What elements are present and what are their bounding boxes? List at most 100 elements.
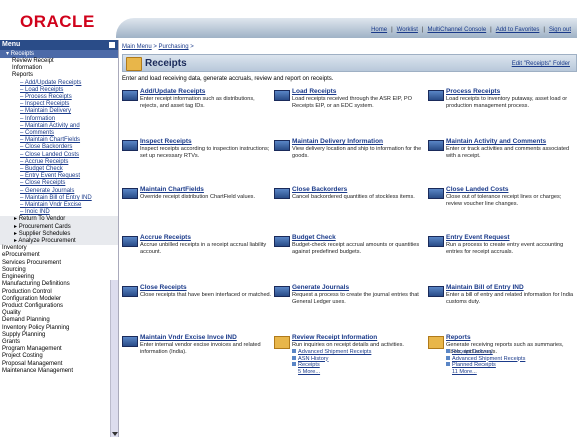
menu-item[interactable]: – Comments — [0, 130, 118, 137]
card-sub-link[interactable]: Advanced Shipment Receipts — [446, 355, 525, 362]
menu-item-label: Entry Event Request — [25, 173, 81, 180]
menu-item[interactable]: – Budget Check — [0, 166, 118, 173]
breadcrumb-purchasing[interactable]: Purchasing — [159, 44, 189, 50]
menu-item[interactable]: – Close Receipts — [0, 180, 118, 187]
card-title-link[interactable]: Budget Check — [292, 234, 336, 241]
page-icon — [122, 236, 138, 247]
card-title-link[interactable]: Close Backorders — [292, 186, 347, 193]
page-intro: Enter and load receiving data, generate … — [122, 76, 334, 82]
menu-item[interactable]: eProcurement — [0, 252, 118, 259]
card-title-link[interactable]: Close Landed Costs — [446, 186, 508, 193]
card-title-link[interactable]: Accrue Receipts — [140, 234, 191, 241]
menu-item[interactable]: – Maintain Bill of Entry IND — [0, 195, 118, 202]
menu-item[interactable]: Quality — [0, 310, 118, 317]
menu-item[interactable]: – Maintain Delivery — [0, 108, 118, 115]
menu-item-label: Comments — [25, 130, 55, 137]
card-title-link[interactable]: Add/Update Receipts — [140, 88, 205, 95]
menu-item[interactable]: Program Management — [0, 346, 118, 353]
card-title-link[interactable]: Maintain ChartFields — [140, 186, 204, 193]
card-title-link[interactable]: Process Receipts — [446, 88, 500, 95]
link-separator: | — [421, 27, 424, 33]
menu-item[interactable]: – Maintain ChartFields — [0, 137, 118, 144]
menu-item[interactable]: Project Costing — [0, 353, 118, 360]
menu-item[interactable]: Product Configurations — [0, 303, 118, 310]
menu-item[interactable]: – Accrue Receipts — [0, 159, 118, 166]
menu-item[interactable]: – Generate Journals — [0, 188, 118, 195]
menu-item-label: Inventory — [2, 245, 27, 252]
card-sub-link[interactable]: 11 More... — [446, 369, 477, 375]
collapse-menu-icon[interactable] — [109, 42, 115, 48]
breadcrumb-main-menu[interactable]: Main Menu — [122, 44, 152, 50]
menu-item[interactable]: Engineering — [0, 274, 118, 281]
menu-item[interactable]: – Close Backorders — [0, 144, 118, 151]
menu-item[interactable]: Proposal Management — [0, 361, 118, 368]
scroll-down-icon[interactable] — [112, 432, 118, 436]
menu-item[interactable]: Manufacturing Definitions — [0, 281, 118, 288]
card-title-link[interactable]: Maintain Delivery Information — [292, 138, 383, 145]
menu-item[interactable]: Demand Planning — [0, 317, 118, 324]
menu-item[interactable]: – Inspect Receipts — [0, 101, 118, 108]
menu-item[interactable]: Maintenance Management — [0, 368, 118, 375]
card-sub-link[interactable]: 5 More... — [292, 369, 320, 375]
menu-item[interactable]: Review Receipt — [0, 58, 118, 65]
card-title-link[interactable]: Maintain Bill of Entry IND — [446, 284, 524, 291]
card-title-link[interactable]: Generate Journals — [292, 284, 349, 291]
menu-item[interactable]: Inventory Policy Planning — [0, 325, 118, 332]
menu-item-label: Accrue Receipts — [24, 158, 69, 165]
menu-item[interactable]: Production Control — [0, 289, 118, 296]
card-title-link[interactable]: Close Receipts — [140, 284, 187, 291]
menu-item[interactable]: Grants — [0, 339, 118, 346]
menu-item-label: Analyze Procurement — [18, 238, 76, 245]
menu-item-label: Product Configurations — [2, 302, 64, 309]
top-link[interactable]: Home — [371, 27, 387, 33]
card-title-link[interactable]: Maintain Activity and Comments — [446, 138, 546, 145]
card-sub-link[interactable]: Receipt Delivery — [446, 349, 493, 355]
card-sub-link[interactable]: ASN History — [292, 355, 328, 362]
top-link[interactable]: Add to Favorites — [496, 27, 540, 33]
card-sub-link[interactable]: Receipts — [292, 362, 320, 368]
menu-item[interactable]: Sourcing — [0, 267, 118, 274]
card-title-link[interactable]: Maintain Vndr Excise Invce IND — [140, 334, 237, 341]
card-description: Enter receipt information such as distri… — [140, 96, 255, 109]
top-link[interactable]: Worklist — [397, 27, 418, 33]
card-title-link[interactable]: Load Receipts — [292, 88, 336, 95]
card-description: Close out of tolerance receipt lines or … — [446, 194, 562, 207]
menu-item[interactable]: – Maintain Activity and — [0, 123, 118, 130]
card-sub-link[interactable]: Advanced Shipment Receipts — [292, 349, 371, 355]
top-link[interactable]: MultiChannel Console — [427, 27, 486, 33]
menu-item[interactable]: Inventory — [0, 245, 118, 252]
menu-item[interactable]: – Load Receipts — [0, 87, 118, 94]
card-sub-link[interactable]: Planned Receipts — [446, 362, 496, 368]
menu-item-label: Process Receipts — [25, 94, 72, 101]
card-title-link[interactable]: Entry Event Request — [446, 234, 510, 241]
menu-item[interactable]: Configuration Modeler — [0, 296, 118, 303]
card-description: Request a process to create the journal … — [292, 292, 419, 305]
menu-item[interactable]: Supply Planning — [0, 332, 118, 339]
menu-item[interactable]: Services Procurement — [0, 260, 118, 267]
card-sub-link-label: Receipts — [298, 362, 320, 368]
menu-item[interactable]: ▸ Procurement Cards — [0, 223, 118, 231]
menu-item[interactable]: – Process Receipts — [0, 94, 118, 101]
menu-item-label: Configuration Modeler — [2, 295, 62, 302]
edit-folder-link[interactable]: Edit "Receipts" Folder — [512, 61, 570, 67]
menu-item[interactable]: ▸ Analyze Procurement — [0, 238, 118, 246]
card-title-link[interactable]: Reports — [446, 334, 471, 341]
menu-item[interactable]: – Inoic IND — [0, 209, 118, 216]
menu-item[interactable]: – Add/Update Receipts — [0, 80, 118, 87]
card-description: Inspect receipts according to inspection… — [140, 146, 270, 159]
menu-item[interactable]: – Information — [0, 116, 118, 123]
menu-item-label: Maintain Bill of Entry IND — [25, 194, 92, 201]
menu-item[interactable]: – Entry Event Request — [0, 173, 118, 180]
top-link[interactable]: Sign out — [549, 27, 571, 33]
menu-item[interactable]: – Maintain Vndr Excise — [0, 202, 118, 209]
menu-item[interactable]: Reports — [0, 72, 118, 79]
card-title-link[interactable]: Inspect Receipts — [140, 138, 192, 145]
menu-item[interactable]: ▸ Return To Vendor — [0, 216, 118, 224]
card-sub-link-label: 11 More... — [452, 368, 477, 375]
menu-scrollbar[interactable] — [110, 280, 118, 437]
menu-item[interactable]: Information — [0, 65, 118, 72]
menu-section-receipts[interactable]: ▾ Receipts — [0, 50, 118, 58]
menu-item[interactable]: ▸ Supplier Schedules — [0, 230, 118, 239]
menu-item[interactable]: – Close Landed Costs — [0, 152, 118, 159]
card-title-link[interactable]: Review Receipt Information — [292, 334, 377, 341]
